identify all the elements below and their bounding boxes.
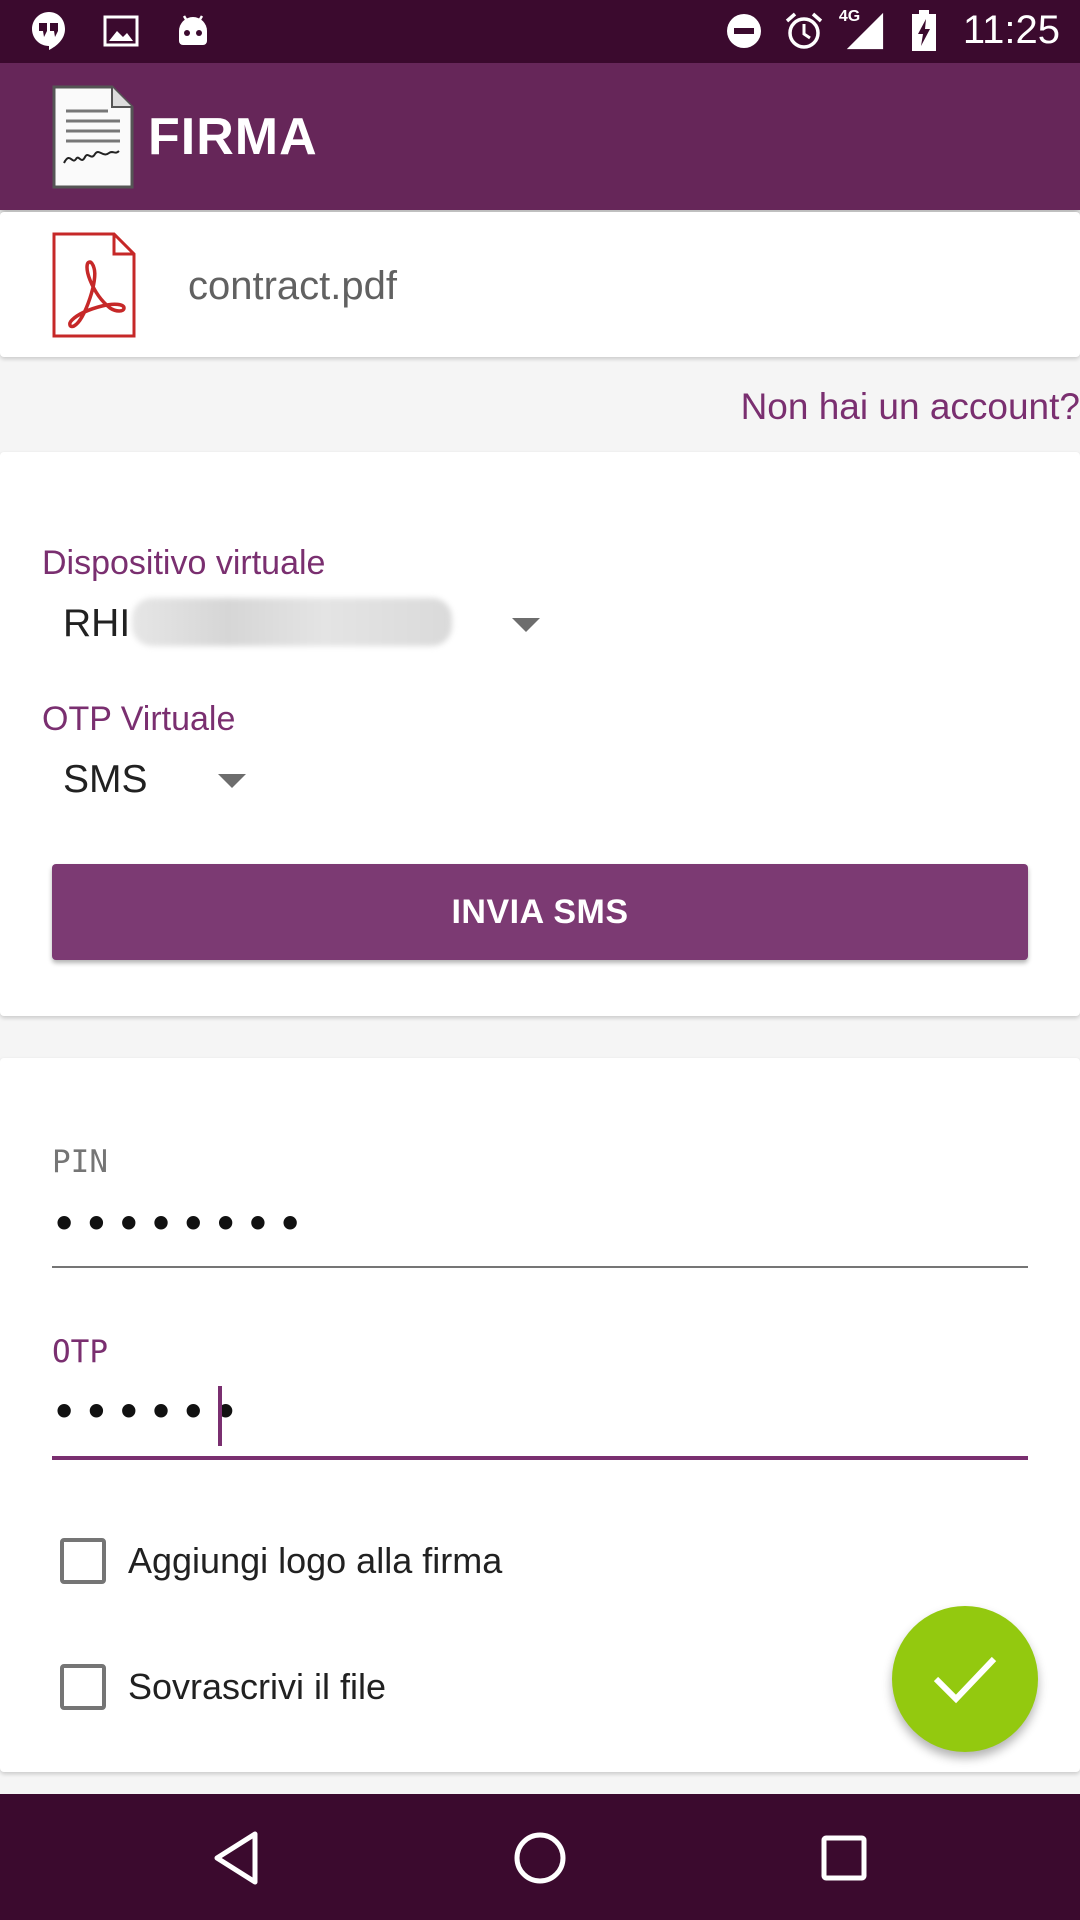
add-logo-label: Aggiungi logo alla firma bbox=[128, 1540, 503, 1581]
otp-method-select[interactable]: SMS bbox=[42, 742, 282, 814]
app-title: FIRMA bbox=[148, 108, 318, 166]
pin-underline bbox=[52, 1266, 1028, 1268]
notification-icons bbox=[28, 10, 214, 52]
text-cursor bbox=[218, 1386, 222, 1446]
app-bar: FIRMA bbox=[0, 63, 1080, 210]
send-sms-button[interactable]: INVIA SMS bbox=[52, 864, 1028, 960]
add-logo-checkbox-row[interactable]: Aggiungi logo alla firma bbox=[60, 1538, 502, 1584]
pin-field[interactable] bbox=[52, 1188, 1028, 1260]
device-card: Dispositivo virtuale RHI OTP Virtuale SM… bbox=[0, 452, 1080, 1016]
file-name: contract.pdf bbox=[188, 264, 398, 308]
otp-label: OTP bbox=[52, 1334, 108, 1370]
overwrite-file-checkbox[interactable] bbox=[60, 1664, 106, 1710]
signature-document-icon bbox=[52, 85, 134, 189]
overwrite-file-checkbox-row[interactable]: Sovrascrivi il file bbox=[60, 1664, 386, 1710]
otp-method-label: OTP Virtuale bbox=[42, 700, 236, 738]
pdf-icon bbox=[52, 232, 136, 338]
overwrite-file-label: Sovrascrivi il file bbox=[128, 1666, 387, 1707]
device-label: Dispositivo virtuale bbox=[42, 544, 326, 582]
confirm-fab[interactable] bbox=[892, 1606, 1038, 1752]
device-value: RHI bbox=[63, 602, 131, 645]
check-icon bbox=[933, 1656, 997, 1704]
file-card[interactable]: contract.pdf bbox=[0, 212, 1080, 357]
otp-field[interactable] bbox=[52, 1376, 1028, 1448]
alarm-icon bbox=[783, 10, 825, 52]
network-type: 4G bbox=[838, 7, 861, 25]
back-icon[interactable] bbox=[200, 1822, 272, 1894]
do-not-disturb-icon bbox=[723, 10, 765, 52]
recents-icon[interactable] bbox=[808, 1822, 880, 1894]
status-bar: 4G 11:25 bbox=[0, 0, 1080, 63]
chevron-down-icon bbox=[218, 774, 246, 788]
hangouts-icon bbox=[28, 10, 70, 52]
device-select[interactable]: RHI bbox=[42, 586, 562, 658]
system-icons: 4G 11:25 bbox=[723, 8, 1060, 53]
battery-charging-icon bbox=[903, 9, 945, 52]
image-icon bbox=[100, 10, 142, 52]
android-icon bbox=[172, 10, 214, 52]
clock: 11:25 bbox=[962, 8, 1060, 52]
chevron-down-icon bbox=[512, 618, 540, 632]
navigation-bar bbox=[0, 1794, 1080, 1920]
redacted-device-id bbox=[132, 598, 452, 646]
otp-method-value: SMS bbox=[63, 758, 148, 801]
signal-icon: 4G bbox=[839, 8, 885, 52]
otp-underline bbox=[52, 1456, 1028, 1460]
no-account-link[interactable]: Non hai un account? bbox=[741, 386, 1080, 428]
pin-label: PIN bbox=[52, 1144, 108, 1180]
add-logo-checkbox[interactable] bbox=[60, 1538, 106, 1584]
home-icon[interactable] bbox=[504, 1822, 576, 1894]
